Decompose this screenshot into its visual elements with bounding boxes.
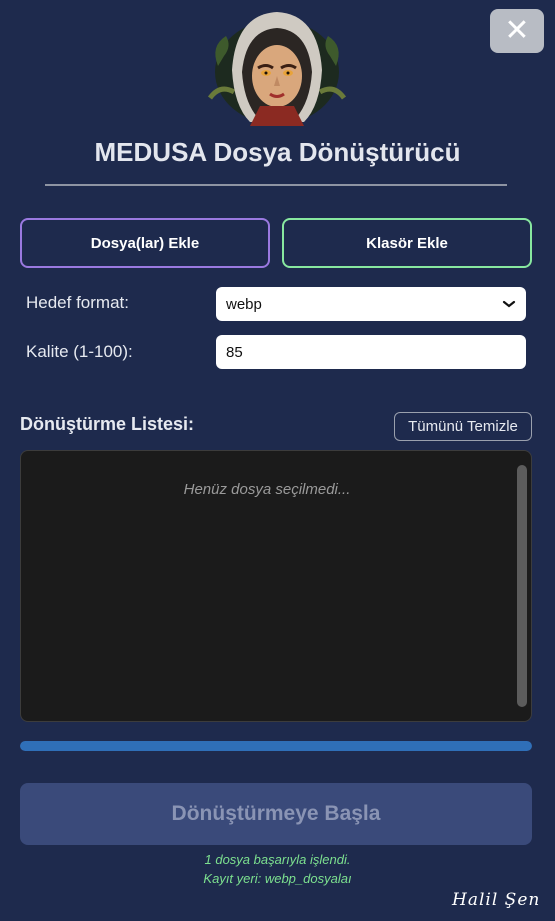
medusa-logo-icon: [207, 12, 347, 126]
status-message-count: 1 dosya başarıyla işlendi.: [204, 852, 351, 867]
status-message-path: Kayıt yeri: webp_dosyalaı: [203, 871, 352, 886]
chevron-down-icon: [502, 296, 516, 312]
list-scrollbar[interactable]: [517, 465, 527, 707]
close-button[interactable]: ✕: [490, 9, 544, 53]
close-icon: ✕: [504, 14, 530, 47]
format-selected-value: webp: [226, 295, 262, 313]
medusa-logo: [200, 6, 354, 130]
author-signature: Halil Şen: [452, 890, 541, 910]
progress-bar-fill: [20, 741, 532, 751]
quality-input[interactable]: [216, 335, 526, 369]
conversion-list-title: Dönüştürme Listesi:: [20, 414, 195, 434]
format-label: Hedef format:: [26, 293, 129, 312]
empty-list-placeholder: Henüz dosya seçilmedi...: [183, 481, 351, 498]
add-folder-button[interactable]: Klasör Ekle: [282, 218, 532, 268]
title-divider: [45, 184, 507, 186]
conversion-list[interactable]: Henüz dosya seçilmedi...: [20, 450, 532, 722]
format-select[interactable]: webp: [216, 287, 526, 321]
progress-bar: [20, 741, 532, 751]
add-files-button[interactable]: Dosya(lar) Ekle: [20, 218, 270, 268]
start-conversion-button[interactable]: Dönüştürmeye Başla: [20, 783, 532, 845]
clear-all-button[interactable]: Tümünü Temizle: [394, 412, 532, 441]
app-title: MEDUSA Dosya Dönüştürücü: [94, 137, 461, 167]
quality-label: Kalite (1-100):: [26, 342, 133, 361]
